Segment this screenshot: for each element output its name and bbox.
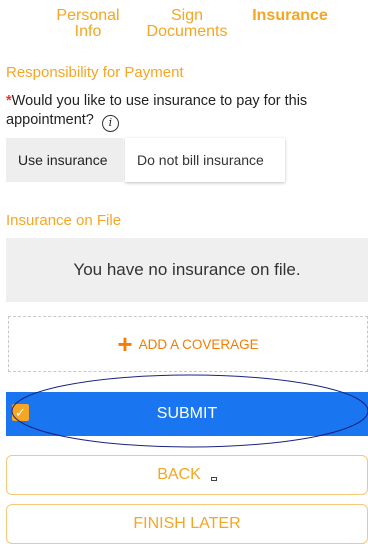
back-button[interactable]: BACK [6,455,368,495]
insurance-toggle: Use insurance Do not bill insurance [6,138,285,182]
info-icon[interactable]: i [101,115,119,132]
back-label: BACK [157,466,201,483]
checkbox-checked-icon[interactable]: ✓ [12,404,29,421]
finish-later-button[interactable]: FINISH LATER [6,504,368,544]
insurance-question: *Would you like to use insurance to pay … [6,92,361,132]
step-insurance[interactable]: Insurance [246,8,334,24]
step-label-line2: Documents [146,23,228,40]
insurance-on-file-title: Insurance on File [6,212,122,229]
finish-later-label: FINISH LATER [133,515,241,532]
do-not-bill-option[interactable]: Do not bill insurance [125,138,285,182]
empty-message-text: You have no insurance on file. [73,260,301,279]
step-personal-info[interactable]: Personal Info [52,8,124,40]
responsibility-title: Responsibility for Payment [6,64,184,81]
cursor-mark-icon [210,477,217,481]
use-insurance-option[interactable]: Use insurance [6,138,123,182]
step-label-line1: Sign [170,7,204,24]
submit-button[interactable]: SUBMIT [6,392,368,436]
question-text: Would you like to use insurance to pay f… [6,93,308,128]
add-coverage-button[interactable]: + ADD A COVERAGE [8,316,368,372]
add-coverage-label: ADD A COVERAGE [138,336,259,352]
step-label-line1: Personal [56,7,120,24]
step-tabs: Personal Info Sign Documents Insurance [0,8,368,42]
no-insurance-message: You have no insurance on file. [6,238,368,302]
plus-icon: + [117,329,133,359]
step-sign-documents[interactable]: Sign Documents [142,8,232,40]
step-label-line1: Insurance [252,7,328,24]
step-label-line2: Info [74,23,102,40]
submit-label: SUBMIT [156,405,218,422]
